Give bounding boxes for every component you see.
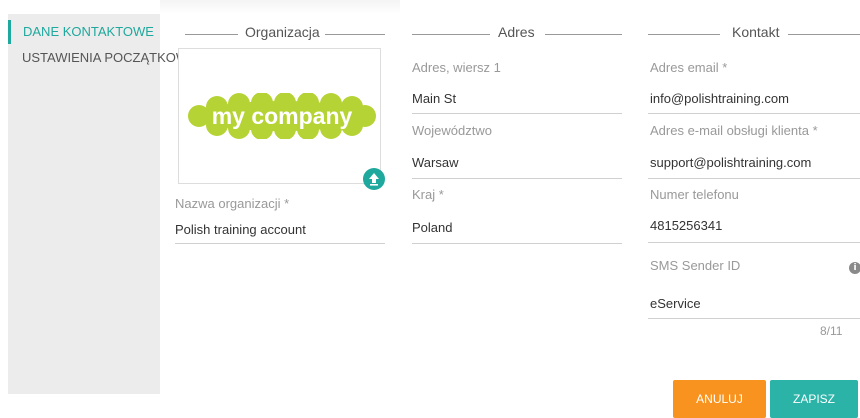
organization-section-title: Organizacja [175, 24, 385, 44]
phone-underline [648, 242, 860, 243]
contact-section-title: Kontakt [648, 24, 860, 44]
sms-sender-label: SMS Sender ID [650, 258, 741, 273]
support-email-label: Adres e-mail obsługi klienta * [650, 123, 818, 138]
phone-input[interactable]: 4815256341 [650, 218, 722, 233]
province-input[interactable]: Warsaw [412, 155, 458, 170]
sms-char-counter: 8/11 [820, 324, 843, 338]
support-email-input[interactable]: support@polishtraining.com [650, 155, 811, 170]
top-shadow [160, 0, 400, 14]
sidebar: DANE KONTAKTOWE USTAWIENIA POCZĄTKOWE [8, 14, 197, 394]
organization-name-underline [175, 243, 385, 244]
svg-text:my company: my company [212, 103, 353, 129]
logo-preview: my company TM [178, 48, 381, 184]
email-label: Adres email * [650, 60, 728, 75]
organization-name-label: Nazwa organizacji * [175, 196, 290, 211]
organization-name-input[interactable]: Polish training account [175, 222, 306, 237]
cancel-button[interactable]: ANULUJ [673, 380, 766, 418]
province-label: Województwo [412, 123, 492, 138]
save-button[interactable]: ZAPISZ [770, 380, 858, 418]
country-underline [412, 243, 622, 244]
sidebar-item-contact-details[interactable]: DANE KONTAKTOWE [8, 20, 154, 44]
province-underline [412, 178, 622, 179]
sidebar-item-initial-settings[interactable]: USTAWIENIA POCZĄTKOWE [8, 46, 197, 70]
upload-arrow-icon [369, 173, 379, 186]
address-line1-underline [412, 113, 622, 114]
sms-sender-underline [648, 318, 860, 319]
info-icon[interactable]: i [849, 262, 860, 274]
email-input[interactable]: info@polishtraining.com [650, 91, 789, 106]
country-input[interactable]: Poland [412, 220, 452, 235]
address-line1-label: Adres, wiersz 1 [412, 60, 501, 75]
support-email-underline [648, 178, 860, 179]
upload-logo-button[interactable] [363, 168, 385, 190]
email-underline [648, 113, 860, 114]
phone-label: Numer telefonu [650, 187, 739, 202]
address-section-title: Adres [412, 24, 622, 44]
company-logo: my company TM [188, 93, 376, 139]
country-label: Kraj * [412, 187, 444, 202]
address-line1-input[interactable]: Main St [412, 91, 456, 106]
sms-sender-input[interactable]: eService [650, 296, 701, 311]
svg-text:TM: TM [368, 99, 374, 104]
